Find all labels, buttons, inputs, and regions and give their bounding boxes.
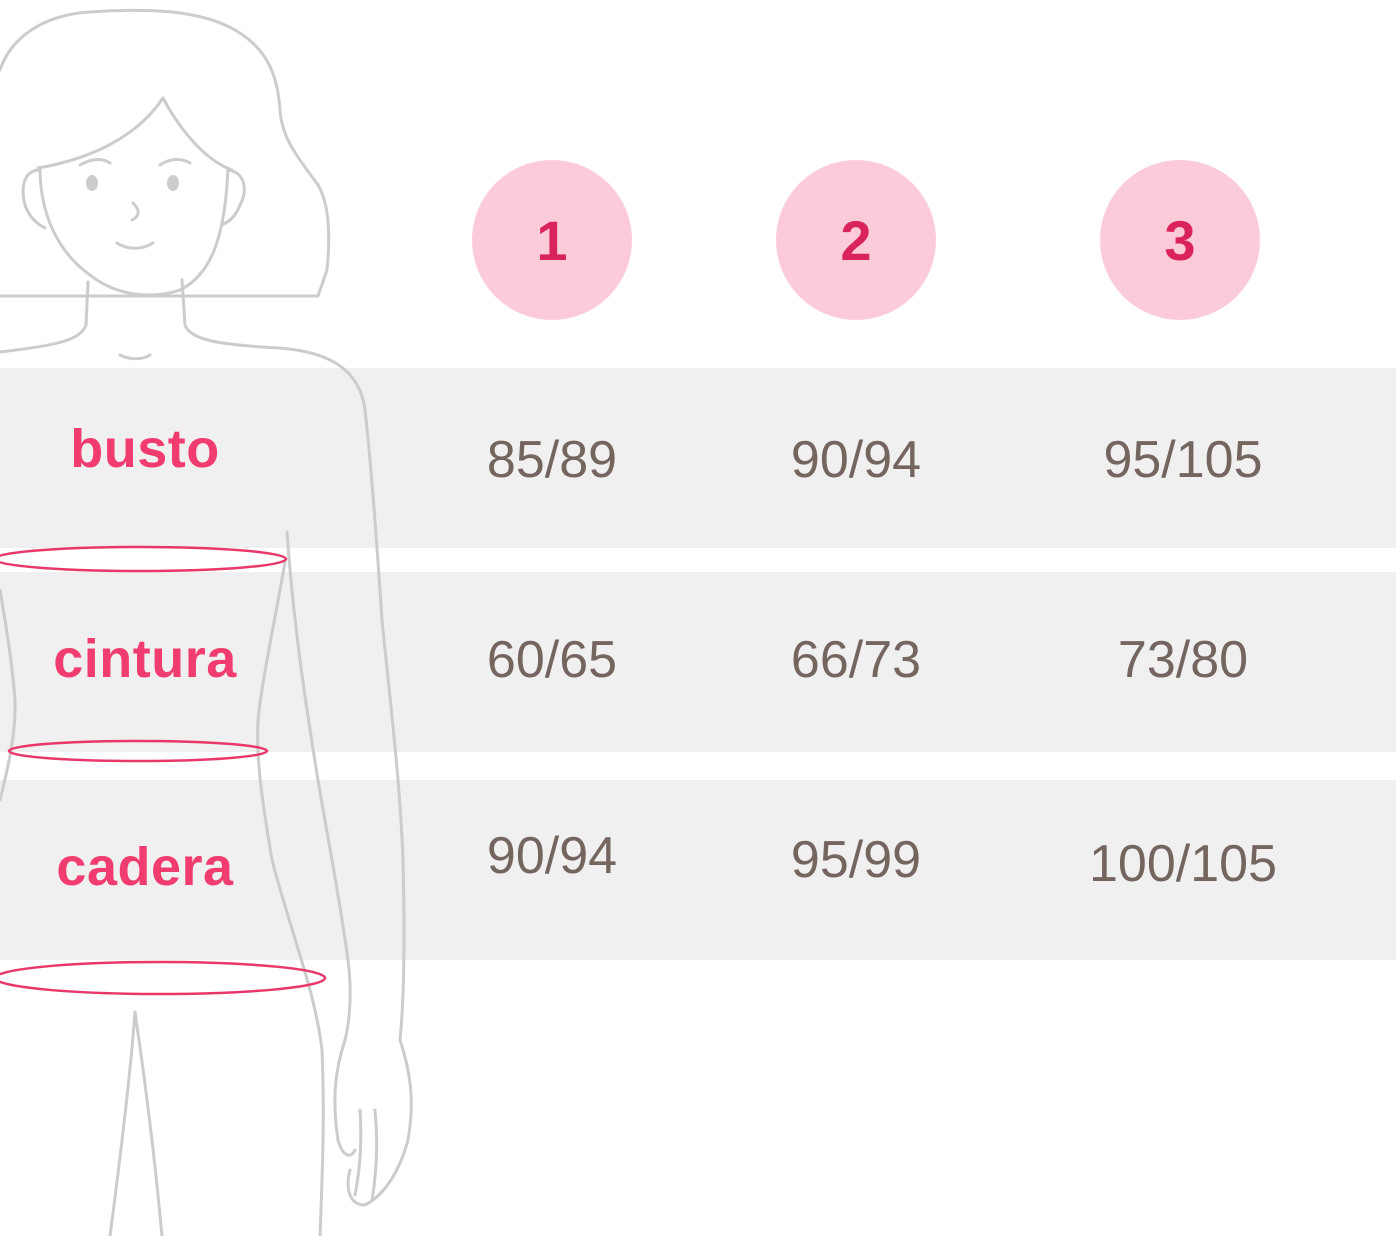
value-cadera-size-3: 100/105 xyxy=(1089,835,1277,893)
value-busto-size-3: 95/105 xyxy=(1103,431,1263,489)
size-badge-label: 3 xyxy=(1164,208,1196,272)
row-label-cintura: cintura xyxy=(53,629,237,689)
value-cintura-size-1: 60/65 xyxy=(486,631,618,689)
size-badge-2: 2 xyxy=(776,160,936,320)
value-cadera-size-2: 95/99 xyxy=(790,831,922,889)
size-badge-label: 2 xyxy=(840,208,872,272)
value-busto-size-2: 90/94 xyxy=(790,431,922,489)
row-label-cadera: cadera xyxy=(56,837,234,897)
value-cintura-size-2: 66/73 xyxy=(790,631,922,689)
size-badge-3: 3 xyxy=(1100,160,1260,320)
size-badge-1: 1 xyxy=(472,160,632,320)
size-badge-label: 1 xyxy=(536,208,568,272)
row-label-busto: busto xyxy=(70,419,220,479)
value-cadera-size-1: 90/94 xyxy=(486,827,618,885)
value-busto-size-1: 85/89 xyxy=(486,431,618,489)
value-cintura-size-3: 73/80 xyxy=(1117,631,1249,689)
